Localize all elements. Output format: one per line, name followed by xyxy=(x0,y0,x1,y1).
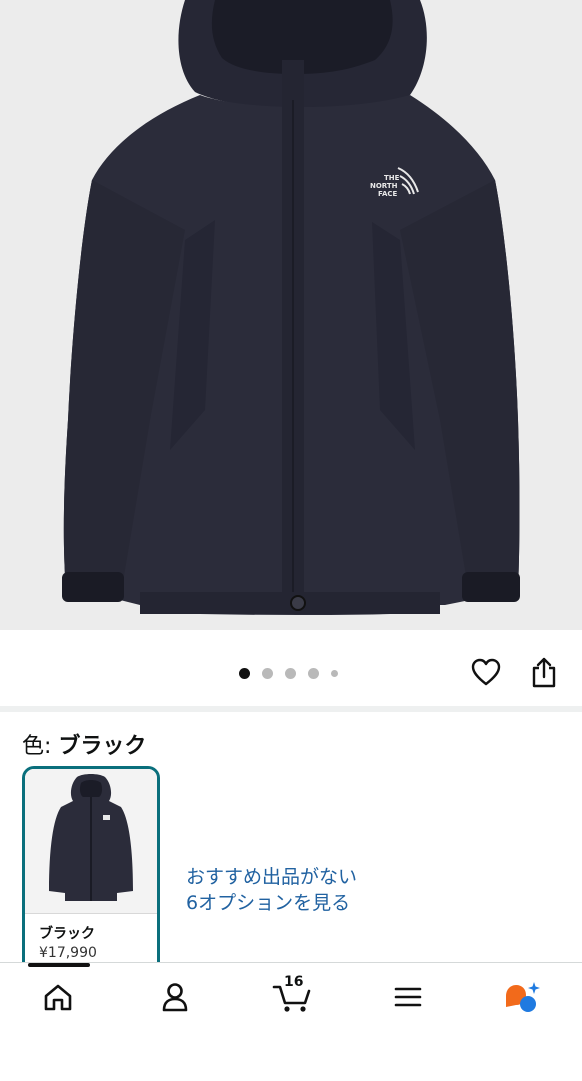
svg-text:FACE: FACE xyxy=(378,190,398,198)
cart-count-badge: 16 xyxy=(284,974,304,990)
color-variant-card[interactable]: ブラック ¥17,990 xyxy=(22,766,160,982)
carousel-dot-1[interactable] xyxy=(239,668,250,679)
carousel-dot-2[interactable] xyxy=(262,668,273,679)
heart-icon xyxy=(471,658,501,686)
share-icon xyxy=(532,657,556,688)
nav-menu[interactable] xyxy=(384,974,432,1020)
jacket-illustration: THE NORTH FACE xyxy=(62,0,520,615)
nav-home[interactable] xyxy=(34,974,82,1020)
menu-icon xyxy=(394,987,422,1007)
color-label: 色: ブラック xyxy=(22,728,146,760)
carousel-dot-4[interactable] xyxy=(308,668,319,679)
variant-thumbnail xyxy=(25,769,157,913)
carousel-dots[interactable] xyxy=(239,668,338,679)
svg-text:NORTH: NORTH xyxy=(370,182,398,190)
rufus-assistant-icon xyxy=(506,982,540,1012)
offer-link-line1: おすすめ出品がない xyxy=(186,866,358,888)
svg-text:THE: THE xyxy=(384,174,400,182)
selected-color: ブラック xyxy=(58,734,147,759)
share-button[interactable] xyxy=(526,654,562,690)
carousel-dot-5[interactable] xyxy=(331,670,338,677)
account-icon xyxy=(162,983,188,1012)
variant-name: ブラック xyxy=(39,926,95,942)
variant-price: ¥17,990 xyxy=(39,945,97,961)
nav-rufus[interactable] xyxy=(498,974,546,1020)
variant-divider xyxy=(25,913,157,914)
section-divider xyxy=(0,706,582,712)
wishlist-button[interactable] xyxy=(468,654,504,690)
offer-link-line2: 6オプションを見る xyxy=(186,892,351,914)
see-options-link[interactable]: おすすめ出品がない 6オプションを見る xyxy=(186,864,357,916)
active-tab-indicator xyxy=(28,963,90,967)
nav-account[interactable] xyxy=(151,974,199,1020)
home-icon xyxy=(44,984,72,1011)
carousel-dot-3[interactable] xyxy=(285,668,296,679)
color-label-prefix: 色: xyxy=(22,734,52,759)
product-image[interactable]: THE NORTH FACE xyxy=(0,0,582,630)
variant-jacket-image xyxy=(49,774,133,901)
